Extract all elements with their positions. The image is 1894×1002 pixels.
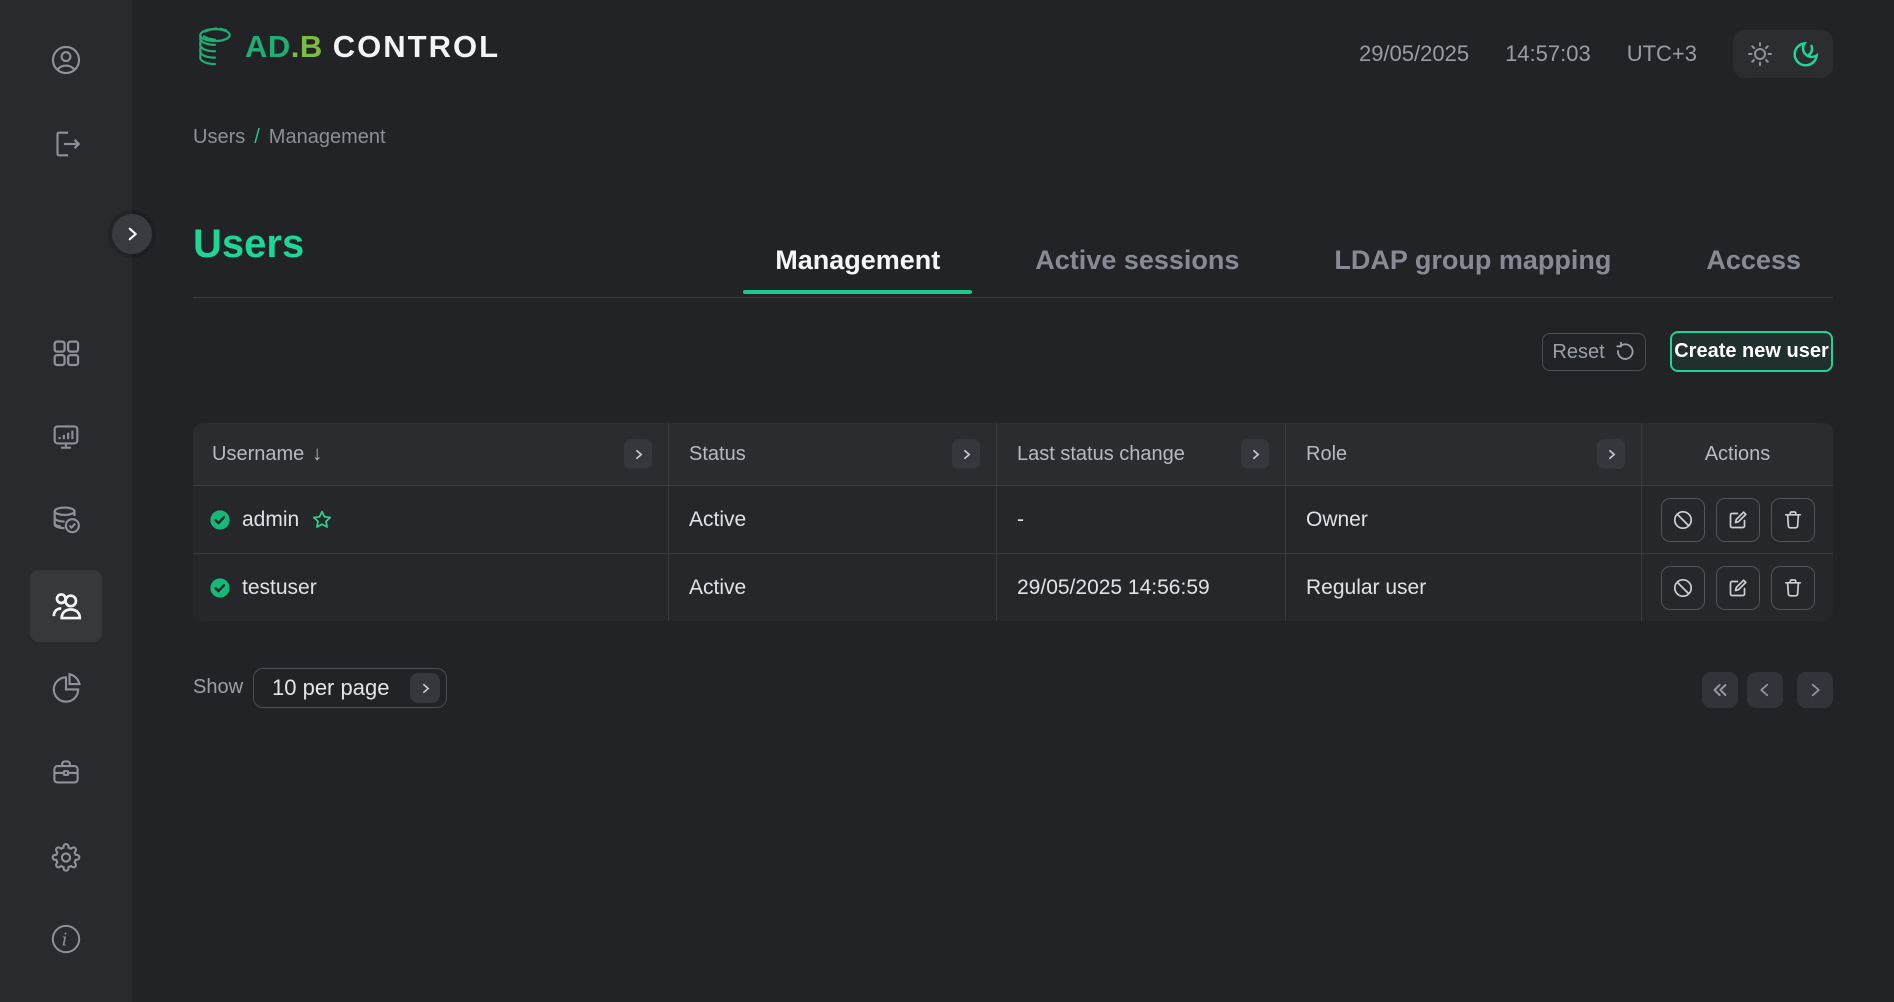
- settings-icon[interactable]: [49, 840, 83, 874]
- column-header-role-label: Role: [1306, 443, 1347, 466]
- dark-theme-moon-icon[interactable]: [1791, 39, 1821, 69]
- username-column-expand-button[interactable]: [624, 439, 652, 469]
- breadcrumb: Users / Management: [193, 126, 386, 149]
- database-sync-icon[interactable]: [49, 503, 83, 537]
- status-active-badge-icon: [209, 509, 231, 531]
- reset-button[interactable]: Reset: [1542, 333, 1646, 371]
- status-active-badge-icon: [209, 577, 231, 599]
- per-page-select[interactable]: 10 per page: [253, 668, 447, 708]
- monitoring-icon[interactable]: [49, 420, 83, 454]
- block-user-button[interactable]: [1661, 566, 1705, 610]
- column-header-role: Role: [1285, 423, 1641, 485]
- role-value: Owner: [1306, 508, 1368, 532]
- current-date: 29/05/2025: [1359, 41, 1469, 67]
- status-value: Active: [689, 576, 746, 600]
- column-header-username: Username ↓: [193, 423, 668, 485]
- table-row: admin Active - Owner: [193, 485, 1833, 553]
- last-status-change-value: -: [1017, 508, 1024, 532]
- sort-desc-icon[interactable]: ↓: [312, 443, 322, 466]
- chevron-left-icon: [1756, 681, 1774, 699]
- edit-user-button[interactable]: [1716, 498, 1760, 542]
- breadcrumb-separator: /: [254, 126, 260, 149]
- column-header-status: Status: [668, 423, 996, 485]
- chevron-right-icon: [1806, 681, 1824, 699]
- logo-text: AD.B CONTROL: [245, 29, 500, 65]
- users-table: Username ↓ Status Last status change Rol…: [193, 423, 1833, 621]
- theme-toggle[interactable]: [1733, 30, 1833, 78]
- starred-user-icon[interactable]: [310, 508, 334, 532]
- username-cell: testuser: [193, 554, 668, 621]
- logout-icon[interactable]: [49, 127, 83, 161]
- tabs-divider: [193, 297, 1833, 298]
- first-page-button[interactable]: [1702, 672, 1738, 708]
- info-icon[interactable]: i: [49, 922, 83, 956]
- per-page-expand-button[interactable]: [410, 673, 440, 703]
- block-user-button[interactable]: [1661, 498, 1705, 542]
- sidebar-item-users[interactable]: [30, 570, 102, 642]
- create-new-user-button[interactable]: Create new user: [1670, 331, 1833, 372]
- column-header-actions: Actions: [1641, 423, 1833, 485]
- previous-page-button[interactable]: [1747, 672, 1783, 708]
- table-header-row: Username ↓ Status Last status change Rol…: [193, 423, 1833, 485]
- per-page-value: 10 per page: [272, 675, 389, 701]
- timezone: UTC+3: [1627, 41, 1697, 67]
- page-title: Users: [193, 222, 304, 267]
- status-value: Active: [689, 508, 746, 532]
- breadcrumb-page: Management: [269, 126, 386, 149]
- light-theme-sun-icon[interactable]: [1745, 39, 1775, 69]
- last-status-change-value: 29/05/2025 14:56:59: [1017, 576, 1210, 600]
- status-column-expand-button[interactable]: [952, 439, 980, 469]
- double-chevron-left-icon: [1710, 680, 1730, 700]
- tabs: Management Active sessions LDAP group ma…: [743, 238, 1833, 294]
- logo-database-icon: [193, 24, 237, 70]
- role-column-expand-button[interactable]: [1597, 439, 1625, 469]
- current-time: 14:57:03: [1505, 41, 1591, 67]
- logo-brand-b: .B: [291, 29, 323, 65]
- dashboard-icon[interactable]: [49, 336, 83, 370]
- role-value: Regular user: [1306, 576, 1426, 600]
- column-header-username-label: Username: [212, 443, 304, 466]
- last-status-change-column-expand-button[interactable]: [1241, 439, 1269, 469]
- tab-access[interactable]: Access: [1674, 238, 1833, 294]
- app-logo: AD.B CONTROL: [193, 24, 500, 70]
- delete-user-button[interactable]: [1771, 566, 1815, 610]
- sidebar: i: [0, 0, 132, 1002]
- edit-user-button[interactable]: [1716, 566, 1760, 610]
- show-label: Show: [193, 676, 243, 699]
- logo-brand-ad: AD: [245, 29, 291, 65]
- reset-icon: [1614, 341, 1636, 363]
- next-page-button[interactable]: [1797, 672, 1833, 708]
- column-header-last-status-change-label: Last status change: [1017, 443, 1185, 466]
- username-value: admin: [242, 508, 299, 532]
- column-header-last-status-change: Last status change: [996, 423, 1285, 485]
- tab-management[interactable]: Management: [743, 238, 972, 294]
- username-cell: admin: [193, 486, 668, 553]
- breadcrumb-section[interactable]: Users: [193, 126, 245, 149]
- column-header-actions-label: Actions: [1705, 443, 1771, 466]
- tab-active-sessions[interactable]: Active sessions: [1003, 238, 1271, 294]
- logo-brand-control: CONTROL: [333, 29, 500, 65]
- delete-user-button[interactable]: [1771, 498, 1815, 542]
- tab-ldap-group-mapping[interactable]: LDAP group mapping: [1302, 238, 1643, 294]
- user-profile-icon[interactable]: [49, 43, 83, 77]
- svg-text:i: i: [62, 931, 68, 951]
- table-row: testuser Active 29/05/2025 14:56:59 Regu…: [193, 553, 1833, 621]
- jobs-icon[interactable]: [49, 755, 83, 789]
- reports-icon[interactable]: [49, 670, 83, 704]
- column-header-status-label: Status: [689, 443, 746, 466]
- username-value: testuser: [242, 576, 317, 600]
- reset-button-label: Reset: [1552, 341, 1604, 364]
- sidebar-expand-button[interactable]: [112, 214, 152, 254]
- create-new-user-label: Create new user: [1674, 340, 1829, 363]
- topbar-right: 29/05/2025 14:57:03 UTC+3: [1359, 30, 1833, 78]
